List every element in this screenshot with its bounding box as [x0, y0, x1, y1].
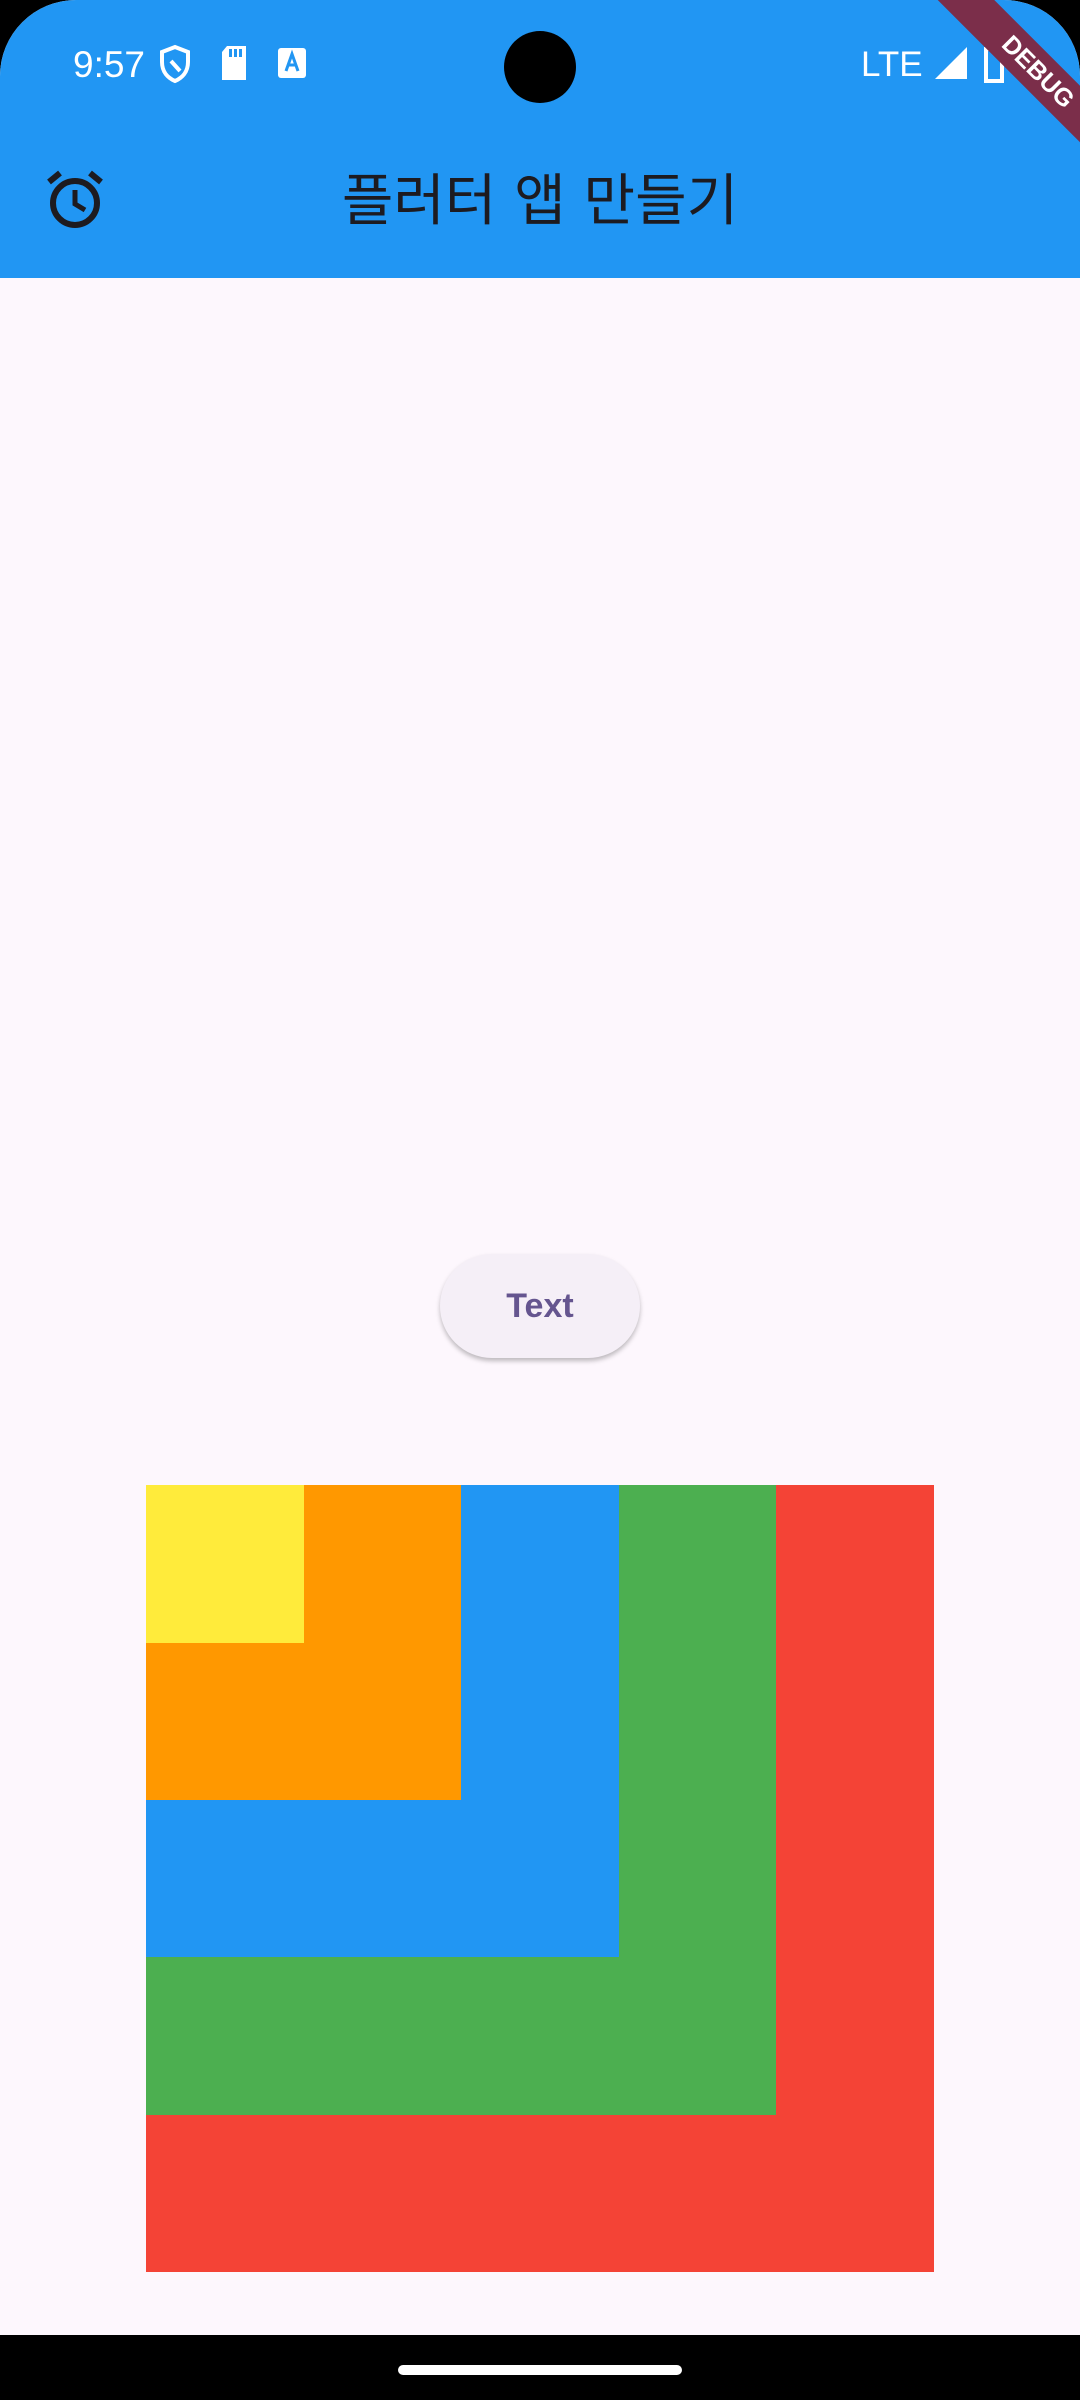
home-indicator[interactable]	[398, 2365, 682, 2375]
status-time: 9:57	[73, 44, 146, 85]
app-screen: 9:57 LTE DEBUG 플러터 앱 만들기 Text	[0, 0, 1080, 2335]
text-button[interactable]: Text	[440, 1254, 640, 1358]
app-title: 플러터 앱 만들기	[341, 169, 739, 234]
yellow-box	[146, 1485, 304, 1643]
a-notification-icon	[278, 48, 306, 78]
signal-icon	[935, 47, 967, 79]
app-bar: 플러터 앱 만들기	[0, 132, 1080, 278]
shield-icon	[160, 44, 190, 84]
status-bar: 9:57 LTE	[0, 0, 1080, 132]
front-camera	[504, 31, 576, 103]
network-type: LTE	[861, 45, 923, 84]
sd-card-icon	[222, 46, 246, 80]
